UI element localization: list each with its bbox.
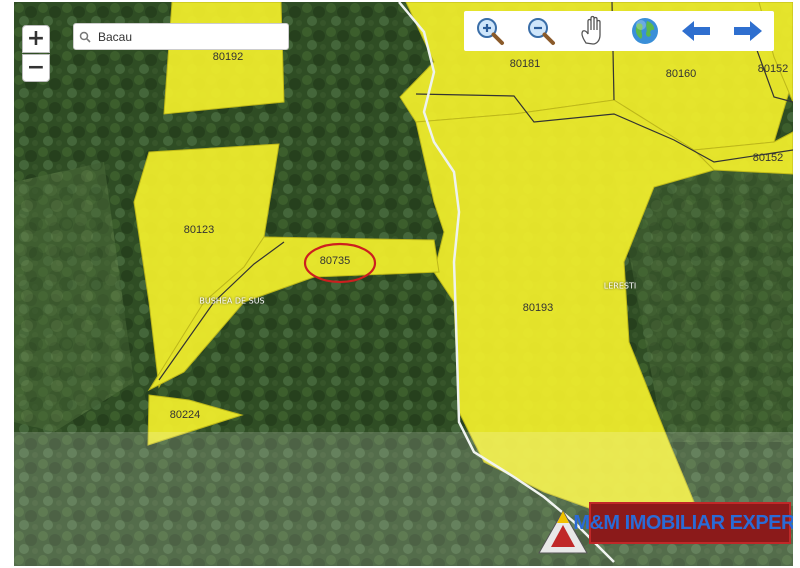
logo-box: M&M IMOBILIAR EXPERT [573, 502, 793, 544]
map-toolbar [464, 11, 774, 51]
place-label: LERESTI [603, 281, 637, 291]
map-canvas[interactable]: 80192 80181 80160 80152 80152 80123 8073… [14, 2, 793, 566]
parcel-label-80735: 80735 [319, 255, 351, 267]
arrow-right-icon [734, 21, 763, 41]
parcel-label-80193: 80193 [522, 302, 554, 314]
logo-text: M&M IMOBILIAR EXPERT [573, 511, 793, 534]
pan-tool[interactable] [575, 13, 611, 49]
watermark-logo: M&M IMOBILIAR EXPERT [537, 499, 793, 561]
zoom-out-tool[interactable] [523, 13, 559, 49]
zoom-in-icon [476, 18, 504, 45]
zoom-out-icon [528, 18, 556, 45]
parcel-label-80152-a: 80152 [757, 63, 789, 75]
map-viewer: 80192 80181 80160 80152 80152 80123 8073… [0, 0, 800, 568]
back-tool[interactable] [678, 13, 714, 49]
parcel-label-80123: 80123 [183, 224, 215, 236]
forward-tool[interactable] [730, 13, 766, 49]
zoom-in-tool[interactable] [472, 13, 508, 49]
place-label: BUSHEA DE SUS [199, 296, 265, 306]
search-icon [74, 31, 96, 43]
search-box[interactable] [73, 23, 289, 50]
parcel-label-80152-b: 80152 [752, 152, 784, 164]
globe-icon [631, 18, 658, 44]
parcel-label-80160: 80160 [665, 68, 697, 80]
parcel-label-80192: 80192 [212, 51, 244, 63]
hand-pan-icon [581, 15, 601, 45]
search-input[interactable] [96, 28, 280, 45]
zoom-in-button[interactable]: + [22, 25, 50, 53]
parcel-label-80224: 80224 [169, 409, 201, 421]
zoom-out-button[interactable]: − [22, 54, 50, 82]
arrow-left-icon [682, 21, 711, 41]
parcel-label-80181: 80181 [509, 58, 541, 70]
map-layer [14, 2, 793, 566]
globe-tool[interactable] [627, 13, 663, 49]
